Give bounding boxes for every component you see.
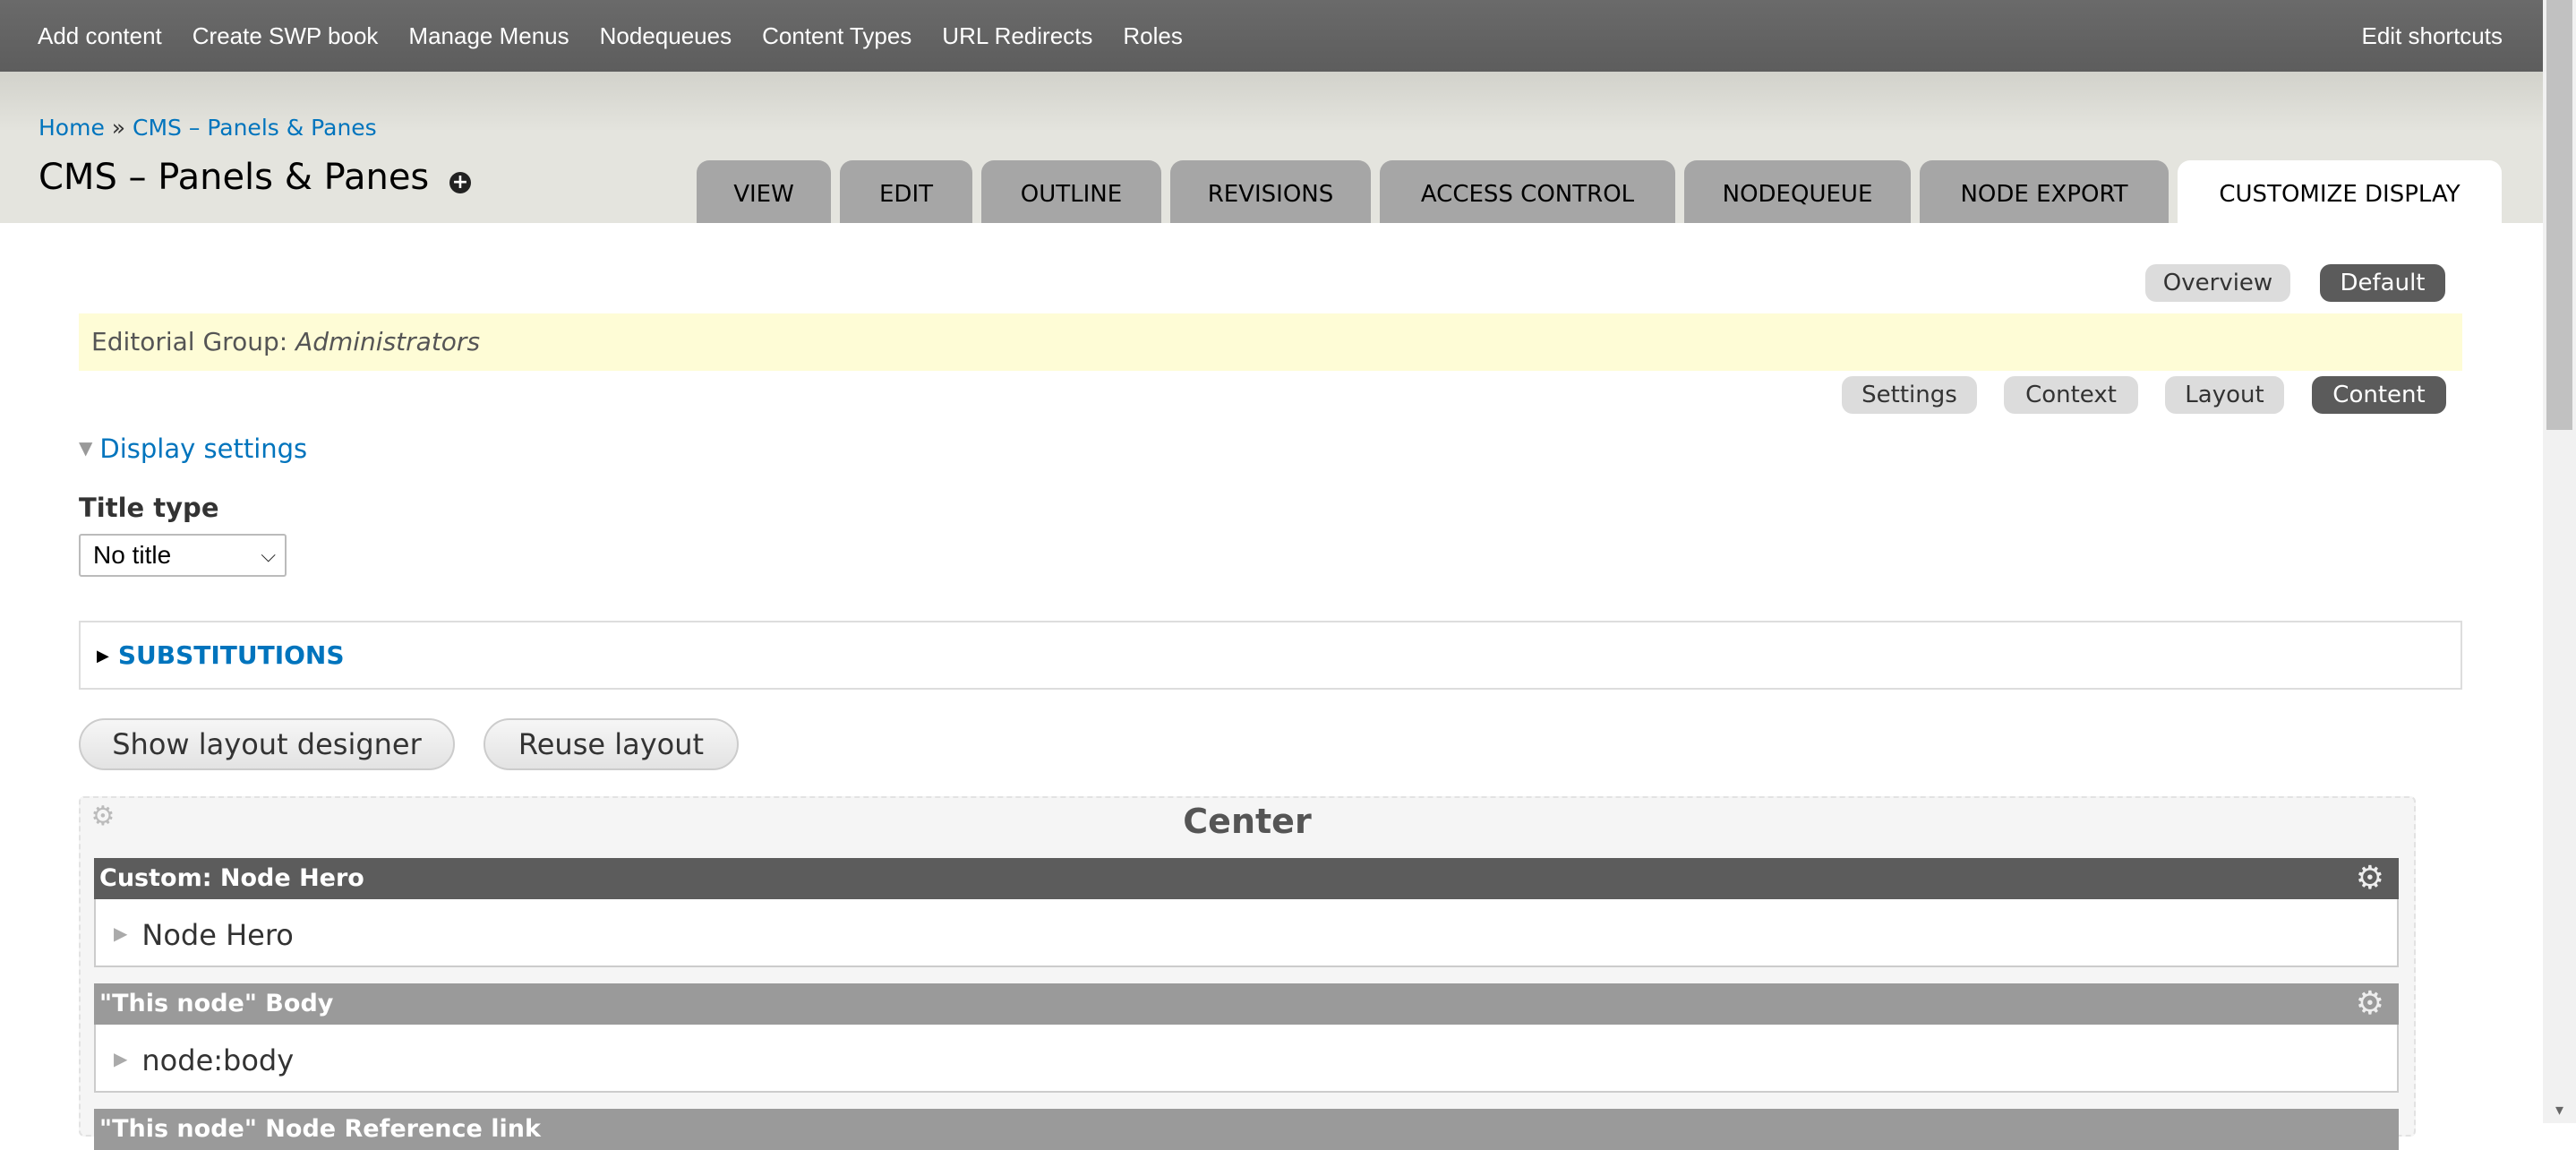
substitutions-toggle[interactable]: ▶ SUBSTITUTIONS: [97, 622, 345, 689]
tab-access-control[interactable]: Access control: [1380, 160, 1675, 223]
pane: "This node" Body ⚙ ▶ node:body: [94, 983, 2399, 1093]
vertical-scrollbar[interactable]: ▾: [2543, 0, 2576, 1123]
display-settings-toggle[interactable]: ▼ Display settings: [79, 433, 307, 464]
pane-gear-icon[interactable]: ⚙: [2356, 858, 2384, 899]
tab-view[interactable]: View: [697, 160, 831, 223]
editorial-group-label: Editorial Group:: [91, 327, 288, 356]
tab-outline[interactable]: Outline: [981, 160, 1161, 223]
shortcut-manage-menus[interactable]: Manage Menus: [408, 22, 569, 50]
add-shortcut-icon[interactable]: +: [449, 172, 471, 193]
pane-gear-icon[interactable]: ⚙: [2356, 983, 2384, 1025]
panel-tab-context[interactable]: Context: [2004, 376, 2138, 414]
page-header: Home » CMS – Panels & Panes CMS – Panels…: [0, 72, 2543, 223]
breadcrumb-separator: »: [111, 115, 126, 141]
panel-tab-layout[interactable]: Layout: [2165, 376, 2284, 414]
page-title: CMS – Panels & Panes: [39, 157, 430, 198]
shortcut-add-content[interactable]: Add content: [38, 22, 162, 50]
shortcut-toolbar: Add content Create SWP book Manage Menus…: [0, 0, 2543, 72]
collapsed-triangle-icon: ▶: [97, 647, 109, 665]
tab-edit[interactable]: Edit: [840, 160, 972, 223]
title-type-select[interactable]: No title ⌵: [79, 534, 287, 577]
chevron-down-icon: ⌵: [261, 544, 276, 566]
panel-tab-content[interactable]: Content: [2312, 376, 2446, 414]
substitutions-fieldset: ▶ SUBSTITUTIONS: [79, 621, 2462, 690]
pane-title[interactable]: "This node" Body ⚙: [94, 983, 2399, 1025]
edit-shortcuts-link[interactable]: Edit shortcuts: [2361, 0, 2503, 72]
shortcut-content-types[interactable]: Content Types: [762, 22, 911, 50]
pane-body: ▶ node:body: [94, 1025, 2399, 1093]
scroll-down-arrow-icon[interactable]: ▾: [2543, 1101, 2576, 1120]
secondary-tab-default[interactable]: Default: [2320, 264, 2445, 302]
shortcut-create-swp-book[interactable]: Create SWP book: [193, 22, 379, 50]
pane-title[interactable]: "This node" Node Reference link: [94, 1109, 2399, 1150]
tab-nodequeue[interactable]: Nodequeue: [1684, 160, 1911, 223]
shortcut-url-redirects[interactable]: URL Redirects: [942, 22, 1092, 50]
shortcut-links: Add content Create SWP book Manage Menus…: [38, 0, 1213, 72]
title-type-value: No title: [93, 541, 172, 569]
breadcrumb-current[interactable]: CMS – Panels & Panes: [133, 115, 377, 141]
pane-title-label: "This node" Body: [99, 990, 334, 1017]
expanded-triangle-icon: ▼: [79, 437, 93, 459]
pane-title-label: Custom: Node Hero: [99, 864, 364, 892]
shortcut-roles[interactable]: Roles: [1123, 22, 1182, 50]
scrollbar-thumb[interactable]: [2546, 0, 2572, 430]
show-layout-designer-button[interactable]: Show layout designer: [79, 718, 455, 770]
tab-revisions[interactable]: Revisions: [1170, 160, 1371, 223]
breadcrumb-home[interactable]: Home: [39, 115, 105, 141]
collapsed-triangle-icon[interactable]: ▶: [114, 923, 127, 944]
pane-body-label: Node Hero: [141, 918, 294, 952]
region-title: Center: [1183, 802, 1312, 841]
editorial-group-notice: Editorial Group: Administrators: [79, 313, 2462, 371]
tab-customize-display[interactable]: Customize display: [2178, 160, 2502, 223]
display-settings-label: Display settings: [99, 433, 308, 464]
pane-body: ▶ Node Hero: [94, 899, 2399, 967]
collapsed-triangle-icon[interactable]: ▶: [114, 1048, 127, 1069]
shortcut-nodequeues[interactable]: Nodequeues: [600, 22, 732, 50]
pane-body-label: node:body: [141, 1043, 295, 1077]
panel-tab-settings[interactable]: Settings: [1842, 376, 1977, 414]
breadcrumb: Home » CMS – Panels & Panes: [39, 115, 377, 141]
tab-node-export[interactable]: Node export: [1920, 160, 2169, 223]
title-type-label: Title type: [79, 493, 219, 523]
pane: Custom: Node Hero ⚙ ▶ Node Hero: [94, 858, 2399, 967]
editorial-group-value: Administrators: [295, 327, 481, 356]
primary-tabs: View Edit Outline Revisions Access contr…: [697, 160, 2511, 223]
substitutions-label: SUBSTITUTIONS: [117, 640, 345, 670]
pane-title[interactable]: Custom: Node Hero ⚙: [94, 858, 2399, 899]
reuse-layout-button[interactable]: Reuse layout: [484, 718, 739, 770]
pane: "This node" Node Reference link: [94, 1109, 2399, 1150]
pane-title-label: "This node" Node Reference link: [99, 1115, 541, 1143]
secondary-tab-overview[interactable]: Overview: [2145, 264, 2290, 302]
